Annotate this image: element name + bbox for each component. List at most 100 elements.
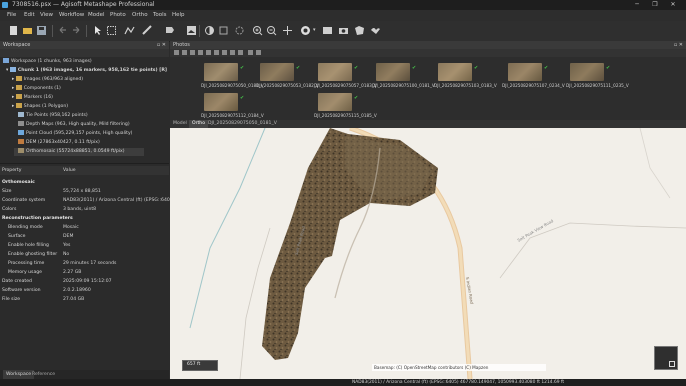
zoom-in-icon[interactable] — [252, 25, 263, 36]
properties-panel: Property Value Orthomosaic Size 55,724 x … — [0, 163, 175, 371]
minimap[interactable] — [654, 346, 678, 370]
photo-label: DJI_20250829075111_0235_V — [566, 83, 629, 88]
aligned-check-icon: ✔ — [240, 95, 245, 101]
navigation-icon[interactable] — [92, 25, 103, 36]
menu-photo[interactable]: Photo — [110, 10, 126, 21]
tree-item-components[interactable]: ▸ Components (1) — [12, 85, 61, 93]
new-icon[interactable] — [8, 25, 19, 36]
globe-dropdown-icon[interactable]: ▾ — [313, 27, 316, 33]
tree-item-shapes[interactable]: ▸ Shapes (1 Polygon) — [12, 103, 68, 111]
tree-item-depth-maps[interactable]: Depth Maps (963, High quality, Mild filt… — [18, 121, 130, 129]
tree-item-chunk[interactable]: ▾ Chunk 1 (963 images, 16 markers, 958,1… — [6, 67, 167, 75]
photo-thumbnail[interactable] — [260, 63, 294, 81]
maximize-button[interactable]: ❐ — [648, 0, 662, 10]
tie-points-icon — [18, 112, 24, 117]
save-icon[interactable] — [36, 25, 47, 36]
view-icon[interactable] — [322, 25, 333, 36]
photo-thumbnail[interactable] — [438, 63, 472, 81]
aligned-check-icon: ✔ — [240, 65, 245, 71]
tree-item-tie-points[interactable]: Tie Points (958,162 points) — [18, 112, 88, 120]
zoom-out-icon[interactable] — [266, 25, 277, 36]
photo-tool-icon[interactable] — [198, 50, 203, 55]
tree-item-point-cloud[interactable]: Point Cloud (595,229,157 points, High qu… — [18, 130, 132, 138]
folder-icon — [15, 76, 22, 81]
photo-tool-icon[interactable] — [190, 50, 195, 55]
photo-thumbnail[interactable] — [204, 63, 238, 81]
minimize-button[interactable]: ─ — [630, 0, 644, 10]
ortho-view[interactable]: Salt Peak Road Salt Peak View Road S Ind… — [170, 128, 686, 379]
photo-thumbnail[interactable] — [376, 63, 410, 81]
ruler-icon[interactable] — [142, 25, 153, 36]
folder-icon — [15, 94, 22, 99]
menu-edit[interactable]: Edit — [24, 10, 35, 21]
map-attribution: Basemap: (C) OpenStreetMap contributors … — [372, 364, 546, 371]
prop-row: Surface DEM — [8, 234, 74, 239]
photo-thumbnail[interactable] — [318, 93, 352, 111]
photo-thumbnail[interactable] — [318, 63, 352, 81]
layer-icon[interactable] — [218, 25, 229, 36]
aligned-check-icon: ✔ — [412, 65, 417, 71]
tree-item-workspace[interactable]: Workspace (1 chunks, 963 images) — [3, 58, 92, 66]
photo-label: DJI_20250829075115_0185_V — [314, 113, 377, 118]
pan-icon[interactable] — [282, 25, 293, 36]
photo-tool-icon[interactable] — [230, 50, 235, 55]
tab-model[interactable]: Model — [173, 120, 187, 128]
scale-bar: 657 ft — [182, 360, 218, 371]
prop-row: Date created 2025:09:09 15:12:07 — [2, 279, 112, 284]
tab-photo[interactable]: DJI_20250829075050_0181_V — [208, 120, 277, 128]
tree-item-markers[interactable]: ▸ Markers (16) — [12, 94, 53, 102]
photo-thumbnail[interactable] — [204, 93, 238, 111]
menu-model[interactable]: Model — [88, 10, 105, 21]
photo-tool-icon[interactable] — [206, 50, 211, 55]
prop-row: Enable hole filling Yes — [8, 243, 71, 248]
globe-icon[interactable] — [300, 25, 311, 36]
photo-tool-icon[interactable] — [238, 50, 243, 55]
prop-row: Processing time 29 minutes 17 seconds — [8, 261, 117, 266]
menu-file[interactable]: File — [7, 10, 16, 21]
stream-line — [189, 128, 266, 329]
panel-close-icon[interactable]: ▫ ✕ — [674, 41, 683, 49]
image-icon[interactable] — [186, 25, 197, 36]
orthomosaic-icon — [18, 148, 24, 153]
menu-workflow[interactable]: Workflow — [59, 10, 84, 21]
rotate-icon[interactable] — [234, 25, 245, 36]
open-icon[interactable] — [22, 25, 33, 36]
prop-row: Size 55,724 x 88,851 — [2, 189, 101, 194]
shape-icon[interactable] — [354, 25, 365, 36]
prop-row: Memory usage 2.27 GB — [8, 270, 82, 275]
tree-item-orthomosaic[interactable]: Orthomosaic (55724x88851, 0.0549 ft/pix) — [14, 148, 144, 156]
prop-row: File size 27.04 GB — [2, 297, 85, 302]
close-button[interactable]: ✕ — [666, 0, 680, 10]
prop-row: Enable ghosting filter No — [8, 252, 70, 257]
photo-tool-icon[interactable] — [182, 50, 187, 55]
rect-select-icon[interactable] — [106, 25, 117, 36]
menu-view[interactable]: View — [40, 10, 53, 21]
status-bar: NAD83(2011) / Arizona Central (ft) (EPSG… — [0, 379, 686, 386]
tree-item-images[interactable]: ▸ Images (963/963 aligned) — [12, 76, 83, 84]
photo-tool-icon[interactable] — [222, 50, 227, 55]
menu-tools[interactable]: Tools — [153, 10, 167, 21]
depth-maps-icon — [18, 121, 24, 126]
camera-icon[interactable] — [338, 25, 349, 36]
menu-help[interactable]: Help — [172, 10, 185, 21]
photo-tool-icon[interactable] — [214, 50, 219, 55]
undo-icon[interactable] — [57, 25, 68, 36]
menu-ortho[interactable]: Ortho — [132, 10, 148, 21]
workspace-panel: Workspace ▫ ✕ Workspace (1 chunks, 963 i… — [0, 41, 169, 163]
photo-thumbnail[interactable] — [570, 63, 604, 81]
prop-row: Colors 3 bands, uint8 — [2, 207, 97, 212]
tab-ortho[interactable]: Ortho — [189, 120, 209, 128]
tab-workspace[interactable]: Workspace — [3, 370, 35, 379]
photo-thumbnail[interactable] — [508, 63, 542, 81]
photo-tool-icon[interactable] — [248, 50, 253, 55]
redo-icon[interactable] — [71, 25, 82, 36]
tab-reference[interactable]: Reference — [32, 370, 55, 379]
photo-tool-icon[interactable] — [256, 50, 261, 55]
polyline-icon[interactable] — [124, 25, 135, 36]
panel-close-icon[interactable]: ▫ ✕ — [157, 41, 166, 49]
contrast-icon[interactable] — [204, 25, 215, 36]
photo-tool-icon[interactable] — [174, 50, 179, 55]
marker-icon[interactable] — [164, 25, 175, 36]
tree-item-dem[interactable]: DEM (27863x40427, 0.11 ft/pix) — [18, 139, 100, 147]
bird-icon[interactable] — [370, 25, 381, 36]
